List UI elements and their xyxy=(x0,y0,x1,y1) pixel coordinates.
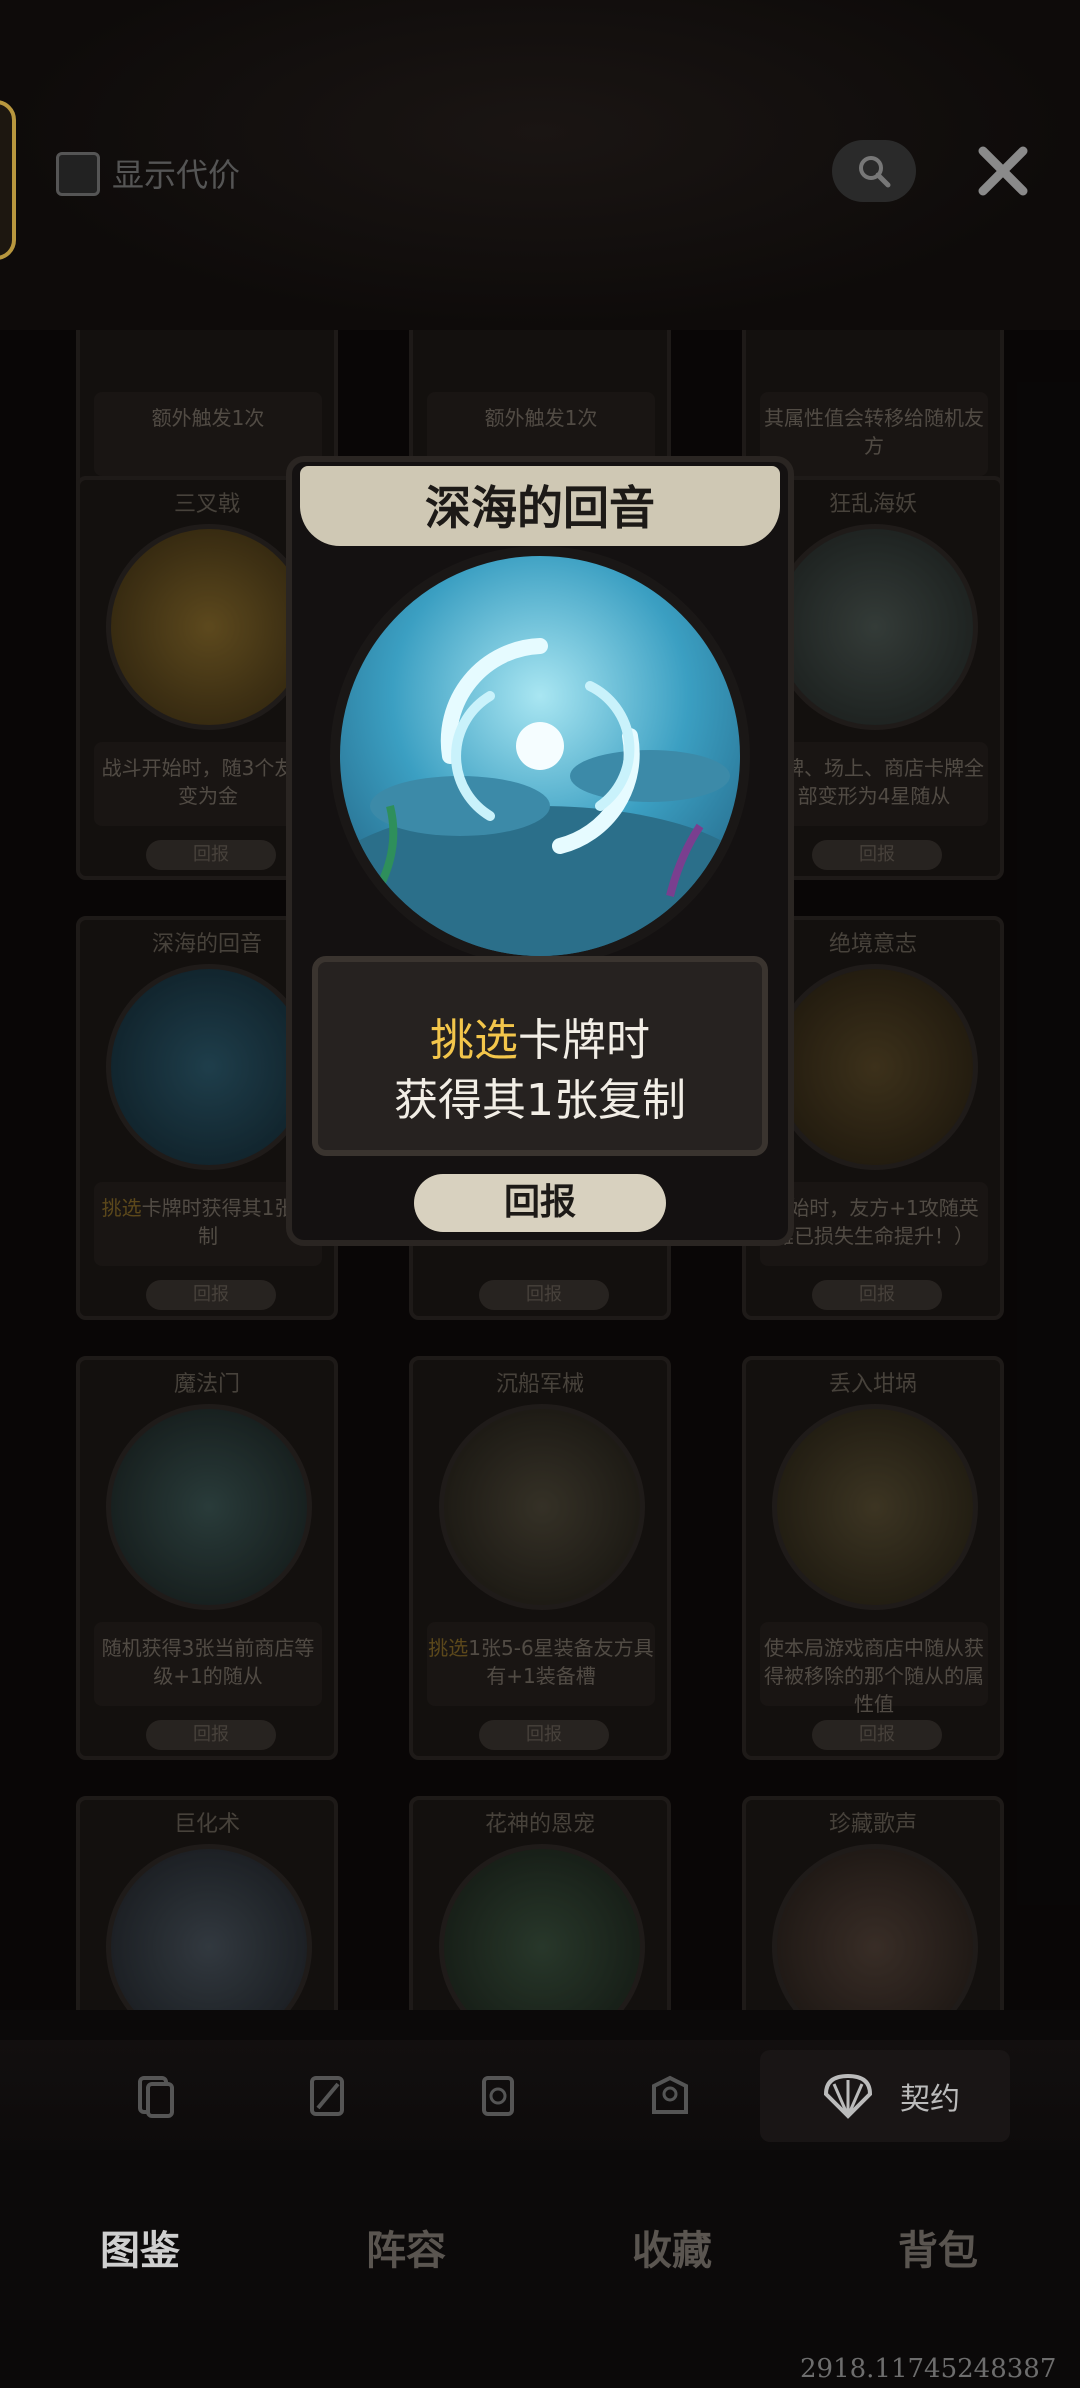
tab-contract-label: 契约 xyxy=(900,2082,960,2117)
echo-swirl-icon xyxy=(340,638,740,956)
tab-cards-icon[interactable] xyxy=(128,2068,184,2124)
user-id: 2918.11745248387 xyxy=(800,2354,1057,2384)
show-cost-checkbox[interactable] xyxy=(56,152,100,196)
bottom-navigation: 图鉴 阵容 收藏 背包 xyxy=(0,2160,1080,2320)
show-cost-label: 显示代价 xyxy=(112,156,241,194)
side-drawer-tab[interactable] xyxy=(0,100,16,260)
modal-description-line2: 获得其1张复制 xyxy=(394,1075,686,1126)
card-detail-modal[interactable]: 深海的回音 挑选卡牌时 获得其1张复制 回报 xyxy=(286,456,794,1246)
nav-codex[interactable]: 图鉴 xyxy=(100,2218,180,2276)
tab-heroes-icon[interactable] xyxy=(642,2068,698,2124)
tab-equipment-icon[interactable] xyxy=(300,2068,356,2124)
modal-title: 深海的回音 xyxy=(425,481,655,535)
nav-collection[interactable]: 收藏 xyxy=(632,2218,712,2276)
search-button[interactable] xyxy=(832,140,916,202)
tab-spells-icon[interactable] xyxy=(470,2068,526,2124)
modal-description-line1: 挑选卡牌时 xyxy=(430,1015,650,1066)
modal-card-art xyxy=(330,546,750,966)
modal-reward-button[interactable]: 回报 xyxy=(414,1174,666,1232)
category-tab-bar: 契约 xyxy=(0,2040,1080,2150)
search-icon xyxy=(859,156,891,188)
close-button[interactable] xyxy=(968,136,1038,206)
nav-backpack[interactable]: 背包 xyxy=(898,2218,978,2276)
tab-contract[interactable] xyxy=(760,2050,1010,2142)
close-icon xyxy=(978,146,1028,196)
nav-lineup[interactable]: 阵容 xyxy=(366,2218,446,2276)
contract-shell-icon xyxy=(820,2068,876,2124)
top-bar: 显示代价 xyxy=(0,0,1080,330)
